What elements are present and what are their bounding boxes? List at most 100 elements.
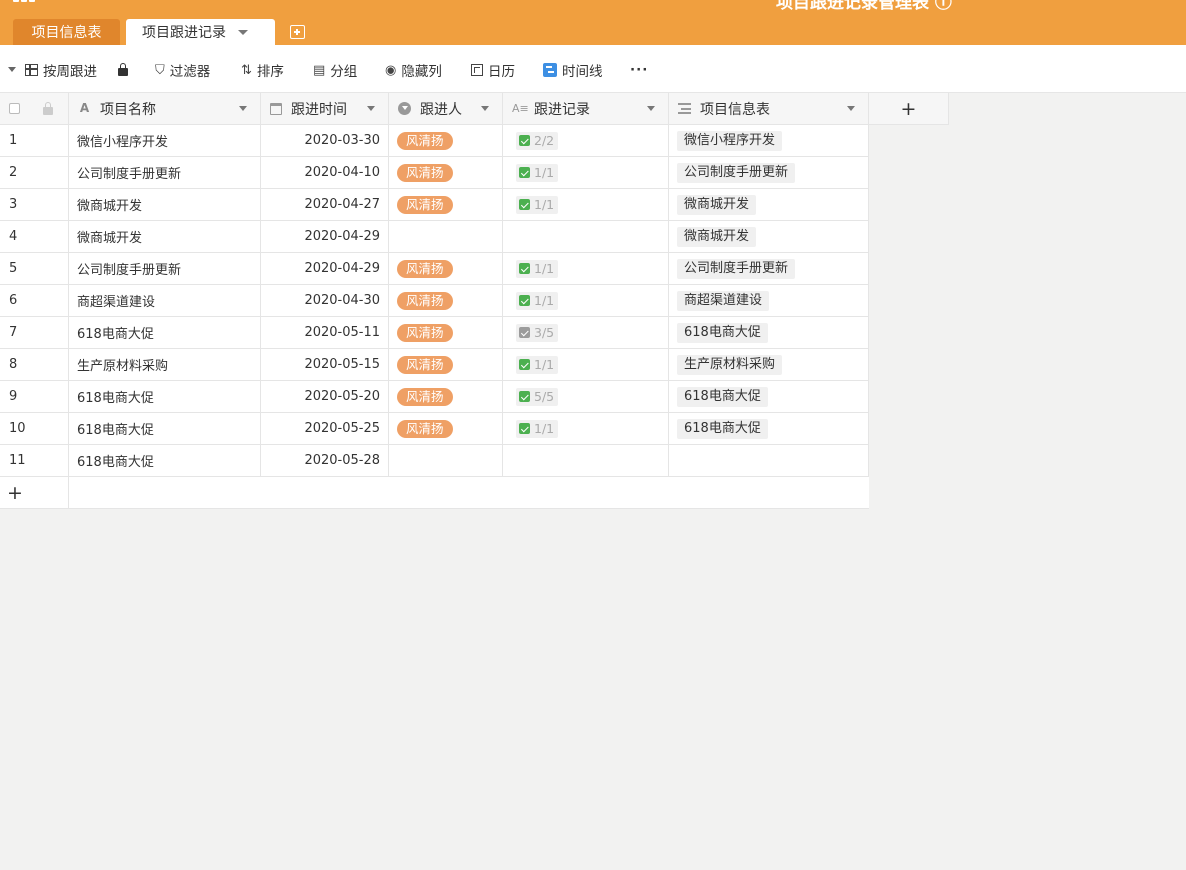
table-row[interactable]: 4 微商城开发 2020-04-29 微商城开发 xyxy=(0,221,869,253)
person-cell[interactable]: 风清扬 xyxy=(389,317,503,348)
person-cell[interactable]: 风清扬 xyxy=(389,381,503,412)
name-cell[interactable]: 618电商大促 xyxy=(69,413,261,444)
add-row-plus-icon[interactable]: + xyxy=(0,477,69,508)
person-cell[interactable]: 风清扬 xyxy=(389,189,503,220)
row-number-cell[interactable]: 2 xyxy=(0,157,69,188)
row-number-cell[interactable]: 7 xyxy=(0,317,69,348)
table-row[interactable]: 10 618电商大促 2020-05-25 风清扬 1/1 618电商大促 xyxy=(0,413,869,445)
row-number-cell[interactable]: 11 xyxy=(0,445,69,476)
name-cell[interactable]: 微商城开发 xyxy=(69,189,261,220)
table-row[interactable]: 11 618电商大促 2020-05-28 xyxy=(0,445,869,477)
record-cell[interactable]: 2/2 xyxy=(503,125,669,156)
person-cell[interactable]: 风清扬 xyxy=(389,413,503,444)
row-number-cell[interactable]: 8 xyxy=(0,349,69,380)
name-cell[interactable]: 微信小程序开发 xyxy=(69,125,261,156)
name-cell[interactable]: 公司制度手册更新 xyxy=(69,157,261,188)
person-cell[interactable]: 风清扬 xyxy=(389,253,503,284)
date-cell[interactable]: 2020-05-15 xyxy=(261,349,389,380)
table-row[interactable]: 3 微商城开发 2020-04-27 风清扬 1/1 微商城开发 xyxy=(0,189,869,221)
row-number-cell[interactable]: 1 xyxy=(0,125,69,156)
date-cell[interactable]: 2020-05-20 xyxy=(261,381,389,412)
date-cell[interactable]: 2020-05-11 xyxy=(261,317,389,348)
row-number-cell[interactable]: 3 xyxy=(0,189,69,220)
record-cell[interactable] xyxy=(503,221,669,252)
add-column-button[interactable]: + xyxy=(869,93,949,125)
column-header-link[interactable]: 项目信息表 xyxy=(669,93,869,124)
chevron-down-icon[interactable] xyxy=(367,106,375,111)
column-header-date[interactable]: 跟进时间 xyxy=(261,93,389,124)
person-cell[interactable]: 风清扬 xyxy=(389,349,503,380)
link-cell[interactable]: 公司制度手册更新 xyxy=(669,253,869,284)
link-cell[interactable]: 618电商大促 xyxy=(669,413,869,444)
column-header-record[interactable]: A≡ 跟进记录 xyxy=(503,93,669,124)
record-cell[interactable]: 5/5 xyxy=(503,381,669,412)
name-cell[interactable]: 公司制度手册更新 xyxy=(69,253,261,284)
link-cell[interactable]: 微商城开发 xyxy=(669,221,869,252)
record-cell[interactable]: 1/1 xyxy=(503,157,669,188)
person-cell[interactable]: 风清扬 xyxy=(389,285,503,316)
record-cell[interactable] xyxy=(503,445,669,476)
person-cell[interactable]: 风清扬 xyxy=(389,157,503,188)
name-cell[interactable]: 商超渠道建设 xyxy=(69,285,261,316)
link-cell[interactable]: 公司制度手册更新 xyxy=(669,157,869,188)
date-cell[interactable]: 2020-05-28 xyxy=(261,445,389,476)
link-cell[interactable]: 微商城开发 xyxy=(669,189,869,220)
record-cell[interactable]: 1/1 xyxy=(503,349,669,380)
date-cell[interactable]: 2020-04-30 xyxy=(261,285,389,316)
row-number-cell[interactable]: 6 xyxy=(0,285,69,316)
filter-button[interactable]: ⛉ 过滤器 xyxy=(155,61,210,81)
tab-project-info[interactable]: 项目信息表 xyxy=(13,19,120,45)
chevron-down-icon[interactable] xyxy=(647,106,655,111)
record-cell[interactable]: 1/1 xyxy=(503,413,669,444)
chevron-down-icon[interactable] xyxy=(238,29,248,35)
date-cell[interactable]: 2020-04-29 xyxy=(261,221,389,252)
table-row[interactable]: 2 公司制度手册更新 2020-04-10 风清扬 1/1 公司制度手册更新 xyxy=(0,157,869,189)
link-cell[interactable] xyxy=(669,445,869,476)
person-cell[interactable]: 风清扬 xyxy=(389,125,503,156)
record-cell[interactable]: 1/1 xyxy=(503,285,669,316)
lock-view-button[interactable] xyxy=(118,61,133,79)
view-selector-button[interactable]: 按周跟进 xyxy=(25,61,97,80)
timeline-button[interactable]: 时间线 xyxy=(543,61,603,80)
date-cell[interactable]: 2020-04-10 xyxy=(261,157,389,188)
row-number-cell[interactable]: 10 xyxy=(0,413,69,444)
name-cell[interactable]: 618电商大促 xyxy=(69,317,261,348)
name-cell[interactable]: 生产原材料采购 xyxy=(69,349,261,380)
record-cell[interactable]: 1/1 xyxy=(503,189,669,220)
more-options-button[interactable]: ··· xyxy=(630,61,648,79)
hide-columns-button[interactable]: ◉ 隐藏列 xyxy=(385,61,442,81)
select-all-checkbox[interactable] xyxy=(9,103,20,114)
view-switch-caret-icon[interactable] xyxy=(8,67,16,72)
table-row[interactable]: 1 微信小程序开发 2020-03-30 风清扬 2/2 微信小程序开发 xyxy=(0,125,869,157)
link-cell[interactable]: 微信小程序开发 xyxy=(669,125,869,156)
person-cell[interactable] xyxy=(389,445,503,476)
row-number-cell[interactable]: 9 xyxy=(0,381,69,412)
table-row[interactable]: 5 公司制度手册更新 2020-04-29 风清扬 1/1 公司制度手册更新 xyxy=(0,253,869,285)
column-header-person[interactable]: 跟进人 xyxy=(389,93,503,124)
date-cell[interactable]: 2020-04-29 xyxy=(261,253,389,284)
link-cell[interactable]: 618电商大促 xyxy=(669,317,869,348)
table-row[interactable]: 8 生产原材料采购 2020-05-15 风清扬 1/1 生产原材料采购 xyxy=(0,349,869,381)
name-cell[interactable]: 618电商大促 xyxy=(69,445,261,476)
column-header-name[interactable]: A 项目名称 xyxy=(69,93,261,124)
tab-follow-records[interactable]: 项目跟进记录 xyxy=(126,19,275,45)
table-row[interactable]: 6 商超渠道建设 2020-04-30 风清扬 1/1 商超渠道建设 xyxy=(0,285,869,317)
sort-button[interactable]: ⇅ 排序 xyxy=(241,61,284,81)
add-row-button[interactable]: + xyxy=(0,477,869,509)
person-cell[interactable] xyxy=(389,221,503,252)
date-cell[interactable]: 2020-05-25 xyxy=(261,413,389,444)
name-cell[interactable]: 618电商大促 xyxy=(69,381,261,412)
link-cell[interactable]: 商超渠道建设 xyxy=(669,285,869,316)
link-cell[interactable]: 618电商大促 xyxy=(669,381,869,412)
table-row[interactable]: 7 618电商大促 2020-05-11 风清扬 3/5 618电商大促 xyxy=(0,317,869,349)
chevron-down-icon[interactable] xyxy=(847,106,855,111)
name-cell[interactable]: 微商城开发 xyxy=(69,221,261,252)
table-row[interactable]: 9 618电商大促 2020-05-20 风清扬 5/5 618电商大促 xyxy=(0,381,869,413)
row-number-cell[interactable]: 5 xyxy=(0,253,69,284)
record-cell[interactable]: 3/5 xyxy=(503,317,669,348)
date-cell[interactable]: 2020-03-30 xyxy=(261,125,389,156)
group-button[interactable]: ▤ 分组 xyxy=(313,61,357,81)
record-cell[interactable]: 1/1 xyxy=(503,253,669,284)
add-table-icon[interactable] xyxy=(290,25,305,39)
chevron-down-icon[interactable] xyxy=(239,106,247,111)
